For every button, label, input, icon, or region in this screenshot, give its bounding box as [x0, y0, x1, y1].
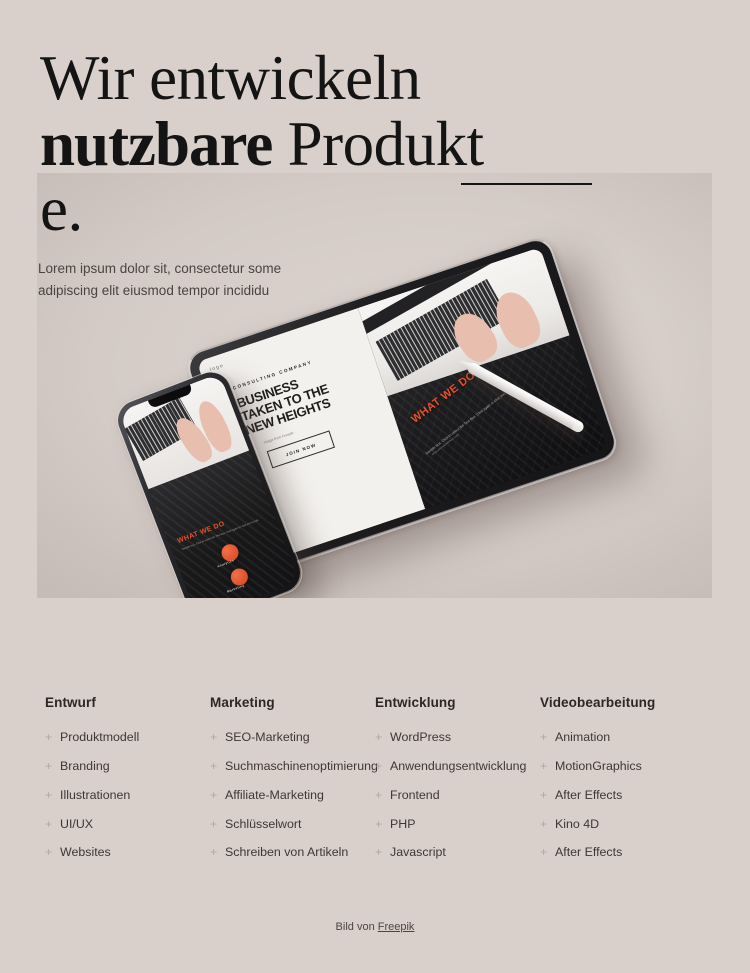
list-item[interactable]: + Kino 4D [540, 815, 683, 834]
plus-icon: + [210, 758, 218, 773]
list-item[interactable]: + After Effects [540, 786, 683, 805]
plus-icon: + [540, 730, 548, 744]
list-item-label: Websites [60, 845, 111, 860]
services-column-marketing: Marketing + SEO-Marketing + Suchmaschineno… [210, 695, 378, 872]
plus-icon: + [210, 845, 218, 860]
list-item[interactable]: + MotionGraphics [540, 757, 683, 776]
list-item-label: Affiliate-Marketing [225, 787, 324, 802]
hero-section: logo CONSULTING COMPANY BUSINESS TAKEN T… [0, 0, 750, 620]
plus-icon: + [540, 816, 548, 831]
list-item[interactable]: + Schreiben von Artikeln [210, 843, 353, 862]
list-item[interactable]: + WordPress [375, 728, 518, 747]
list-item[interactable]: + Frontend [375, 786, 518, 805]
services-column-title: Videobearbeitung [540, 695, 656, 710]
plus-icon: + [540, 845, 548, 860]
list-item-label: Branding [60, 758, 110, 773]
services-column-title: Entwicklung [375, 695, 456, 710]
plus-icon: + [375, 845, 383, 860]
list-item-label: MotionGraphics [555, 758, 642, 773]
list-item[interactable]: + Produktmodell [45, 728, 188, 747]
list-item[interactable]: + After Effects [540, 843, 683, 862]
hero-subtitle: Lorem ipsum dolor sit, consectetur some … [38, 261, 282, 298]
plus-icon: + [45, 845, 53, 860]
page-title-line-1: Wir entwickeln [40, 43, 421, 113]
services-column-entwurf: Entwurf + Produktmodell + Branding + Illust… [45, 695, 210, 872]
list-item[interactable]: + UI/UX [45, 815, 188, 834]
plus-icon: + [375, 816, 383, 831]
tablet-logo: logo [209, 362, 225, 373]
page-title-line-2: nutzbare Produkt [40, 108, 640, 179]
list-item[interactable]: + Illustrationen [45, 786, 188, 805]
list-item-label: SEO-Marketing [225, 730, 310, 744]
list-item-label: After Effects [555, 787, 623, 802]
services-list: + Produktmodell + Branding + Illustrationen… [45, 728, 188, 862]
list-item-label: WordPress [390, 730, 452, 744]
list-item[interactable]: + Schlüsselwort [210, 815, 353, 834]
services-column-title: Entwurf [45, 695, 96, 710]
list-item[interactable]: + PHP [375, 815, 518, 834]
services-columns: Entwurf + Produktmodell + Branding + Illust… [0, 695, 750, 872]
list-item-label: Animation [555, 730, 611, 744]
list-item[interactable]: + Suchmaschinenoptimierung [210, 757, 378, 776]
list-item[interactable]: + Websites [45, 843, 188, 862]
plus-icon: + [45, 758, 53, 773]
list-item-label: Frontend [390, 787, 440, 802]
plus-icon: + [375, 758, 383, 773]
services-list: + Animation + MotionGraphics + After Effect… [540, 728, 683, 862]
services-list: + SEO-Marketing + Suchmaschinenoptimierung… [210, 728, 378, 862]
list-item[interactable]: + Javascript [375, 843, 518, 862]
services-column-title: Marketing [210, 695, 275, 710]
freepik-link[interactable]: Freepik [378, 921, 415, 933]
list-item-label: UI/UX [60, 816, 94, 831]
plus-icon: + [210, 730, 218, 744]
list-item-label: Suchmaschinenoptimierung [225, 758, 378, 773]
image-credit-prefix: Bild von [335, 921, 378, 933]
services-column-entwicklung: Entwicklung + WordPress + Anwendungsentwic… [375, 695, 540, 872]
plus-icon: + [375, 787, 383, 802]
plus-icon: + [540, 758, 548, 773]
list-item-label: After Effects [555, 845, 623, 860]
list-item-label: Anwendungsentwicklung [390, 758, 527, 773]
landing-page: logo CONSULTING COMPANY BUSINESS TAKEN T… [0, 0, 750, 973]
page-title-line-2-rest: Produkt [287, 108, 485, 179]
list-item[interactable]: + Affiliate-Marketing [210, 786, 353, 805]
list-item-label: Produktmodell [60, 730, 140, 744]
hero-device-mockup-image: logo CONSULTING COMPANY BUSINESS TAKEN T… [37, 173, 712, 598]
plus-icon: + [45, 816, 53, 831]
list-item-label: Illustrationen [60, 787, 131, 802]
plus-icon: + [45, 730, 53, 744]
list-item[interactable]: + Anwendungsentwicklung [375, 757, 526, 776]
list-item-label: Schlüsselwort [225, 816, 302, 831]
services-column-videobearbeitung: Videobearbeitung + Animation + MotionGraph… [540, 695, 705, 872]
plus-icon: + [210, 787, 218, 802]
heading-underline-accent [461, 183, 592, 185]
plus-icon: + [540, 787, 548, 802]
list-item[interactable]: + Animation [540, 728, 683, 747]
list-item-label: Javascript [390, 845, 446, 860]
list-item[interactable]: + SEO-Marketing [210, 728, 353, 747]
list-item-label: Kino 4D [555, 816, 600, 831]
plus-icon: + [375, 730, 383, 744]
list-item-label: Schreiben von Artikeln [225, 845, 349, 860]
image-credit: Bild von Freepik [0, 921, 750, 933]
list-item-label: PHP [390, 816, 416, 831]
plus-icon: + [210, 816, 218, 831]
list-item[interactable]: + Branding [45, 757, 188, 776]
page-title-emphasis: nutzbare [40, 108, 273, 179]
plus-icon: + [45, 787, 53, 802]
services-list: + WordPress + Anwendungsentwicklung + Front… [375, 728, 526, 862]
